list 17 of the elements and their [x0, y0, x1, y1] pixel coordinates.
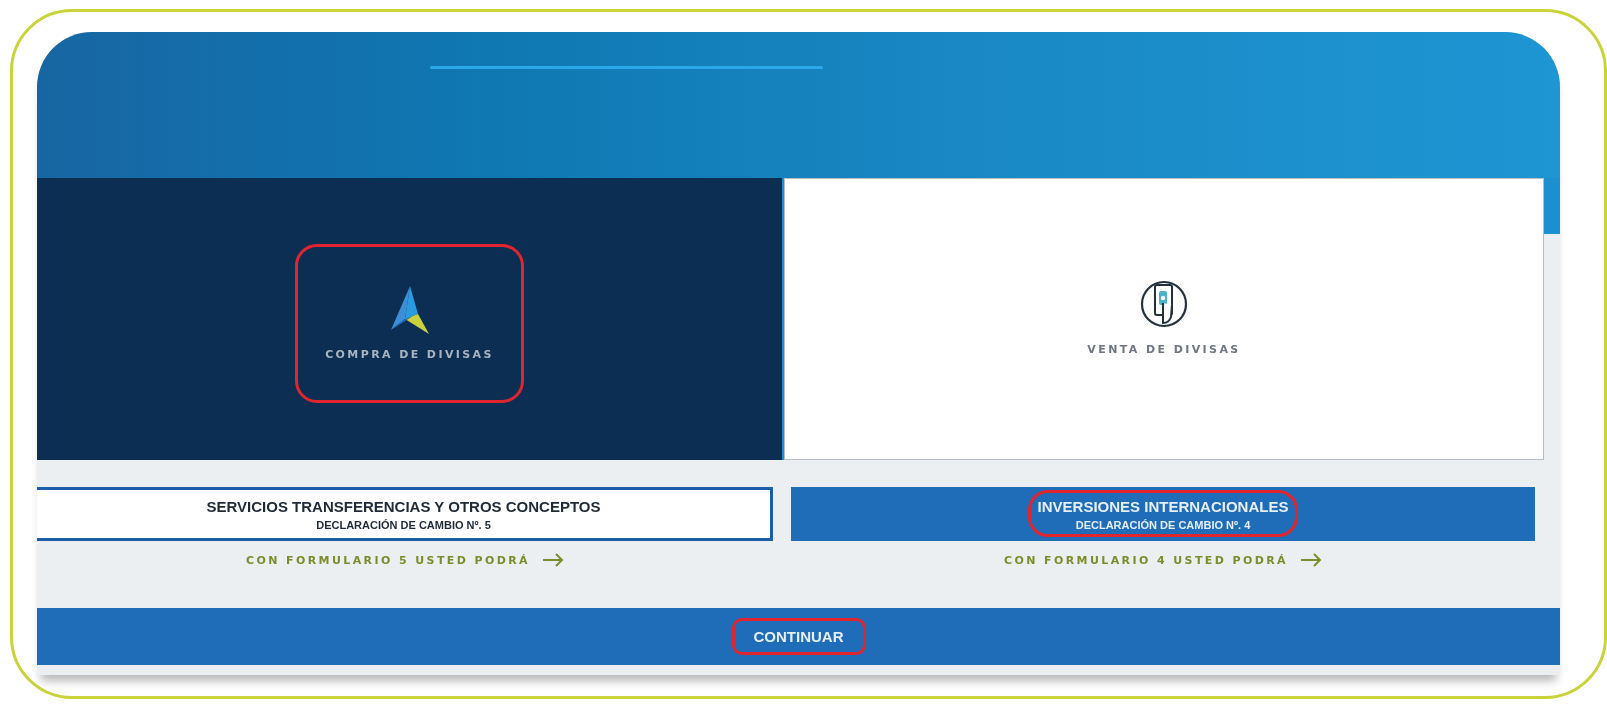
arrow-right-icon[interactable]	[542, 553, 564, 567]
tile-label: COMPRA DE DIVISAS	[325, 347, 494, 361]
continue-button[interactable]: CONTINUAR	[739, 624, 858, 649]
hand-phone-icon	[1139, 278, 1189, 329]
form-option[interactable]: INVERSIONES INTERNACIONALES DECLARACIÓN DE CAMBIO Nº. 4	[791, 487, 1535, 541]
form-link[interactable]: CON FORMULARIO 4 USTED PODRÁ	[1004, 553, 1288, 567]
form-option[interactable]: SERVICIOS TRANSFERENCIAS Y OTROS CONCEPTOS DECLARACIÓN DE CAMBIO Nº. 5	[37, 487, 773, 541]
option-subtitle: DECLARACIÓN DE CAMBIO Nº. 5	[316, 518, 491, 531]
option-tile[interactable]: COMPRA DE DIVISAS	[37, 178, 782, 460]
option-title: INVERSIONES INTERNACIONALES	[1037, 497, 1289, 515]
option-title: SERVICIOS TRANSFERENCIAS Y OTROS CONCEPTOS	[206, 497, 601, 515]
tile-label: VENTA DE DIVISAS	[1087, 342, 1241, 356]
option-tile[interactable]: VENTA DE DIVISAS	[784, 178, 1544, 460]
triangle-logo-icon	[390, 285, 429, 334]
option-subtitle: DECLARACIÓN DE CAMBIO Nº. 4	[1075, 518, 1251, 531]
arrow-right-icon[interactable]	[1300, 553, 1322, 567]
form-link[interactable]: CON FORMULARIO 5 USTED PODRÁ	[246, 553, 530, 567]
